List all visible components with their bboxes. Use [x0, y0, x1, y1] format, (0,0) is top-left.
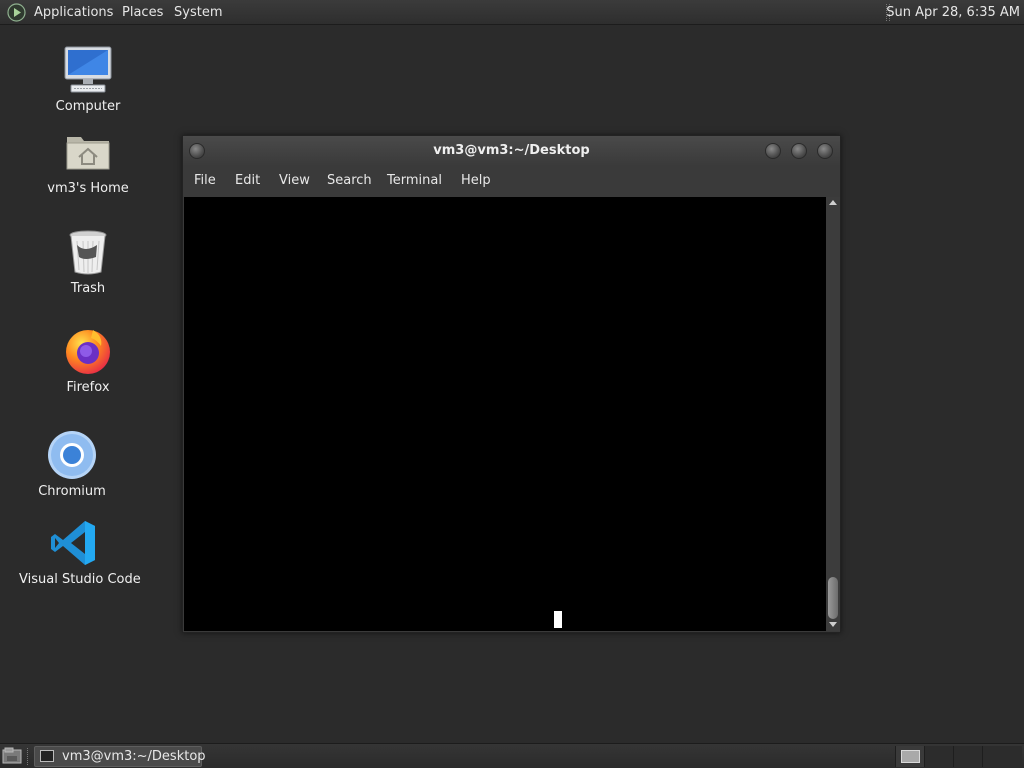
desktop-icon-chromium[interactable]: Chromium [17, 430, 127, 499]
firefox-icon [66, 330, 110, 374]
desktop-icon-label: Trash [70, 281, 106, 296]
terminal-window[interactable]: vm3@vm3:~/Desktop File Edit View Search … [182, 135, 841, 633]
scroll-down-arrow-icon[interactable] [829, 622, 837, 627]
window-title: vm3@vm3:~/Desktop [433, 143, 590, 158]
text-cursor [554, 611, 562, 628]
show-desktop-icon[interactable] [2, 747, 22, 765]
desktop-icon-label: Chromium [38, 484, 106, 499]
desktop-icon-vscode[interactable]: Visual Studio Code [19, 518, 141, 587]
desktop-icon-label: vm3's Home [47, 181, 129, 196]
terminal-screen[interactable] [184, 197, 826, 631]
menu-view[interactable]: View [276, 166, 313, 196]
desktop-icon-computer[interactable]: Computer [33, 45, 143, 114]
taskbar-button-terminal[interactable]: vm3@vm3:~/Desktop [34, 746, 206, 767]
taskbar-button-label: vm3@vm3:~/Desktop [62, 749, 206, 764]
places-menu[interactable]: Places [118, 0, 167, 25]
terminal-menubar: File Edit View Search Terminal Help [183, 166, 840, 196]
computer-icon [64, 46, 112, 93]
workspace-4[interactable] [982, 746, 1022, 767]
top-panel: Applications Places System Sun Apr 28, 6… [0, 0, 1024, 25]
bottom-panel: vm3@vm3:~/Desktop [0, 743, 1024, 768]
scroll-up-arrow-icon[interactable] [829, 200, 837, 205]
scrollbar-thumb[interactable] [828, 577, 838, 619]
home-folder-icon [66, 137, 110, 170]
desktop-icon-firefox[interactable]: Firefox [33, 326, 143, 395]
menu-file[interactable]: File [191, 166, 219, 196]
minimize-button[interactable] [765, 143, 781, 159]
workspace-1[interactable] [895, 746, 924, 767]
menu-help[interactable]: Help [458, 166, 494, 196]
workspace-window-thumbnail [901, 750, 920, 763]
desktop-icon-label: Computer [55, 99, 121, 114]
desktop-icon-home[interactable]: vm3's Home [33, 127, 143, 196]
chromium-icon [48, 431, 96, 479]
menu-edit[interactable]: Edit [232, 166, 263, 196]
maximize-button[interactable] [791, 143, 807, 159]
clock[interactable]: Sun Apr 28, 6:35 AM [886, 0, 1020, 25]
applications-menu-icon[interactable] [7, 3, 26, 22]
trash-icon [69, 230, 107, 275]
workspace-2[interactable] [924, 746, 953, 767]
desktop-icon-label: Visual Studio Code [19, 572, 141, 587]
workspace-3[interactable] [953, 746, 982, 767]
applications-menu[interactable]: Applications [30, 0, 117, 25]
window-titlebar[interactable]: vm3@vm3:~/Desktop [183, 136, 840, 166]
terminal-icon [40, 750, 54, 762]
desktop-icon-trash[interactable]: Trash [33, 227, 143, 296]
desktop-icon-label: Firefox [66, 380, 110, 395]
vscode-icon [51, 521, 95, 565]
menu-search[interactable]: Search [324, 166, 375, 196]
menu-terminal[interactable]: Terminal [384, 166, 445, 196]
close-button[interactable] [817, 143, 833, 159]
taskbar-separator [27, 748, 30, 765]
vertical-scrollbar[interactable] [826, 197, 840, 631]
system-menu[interactable]: System [170, 0, 226, 25]
